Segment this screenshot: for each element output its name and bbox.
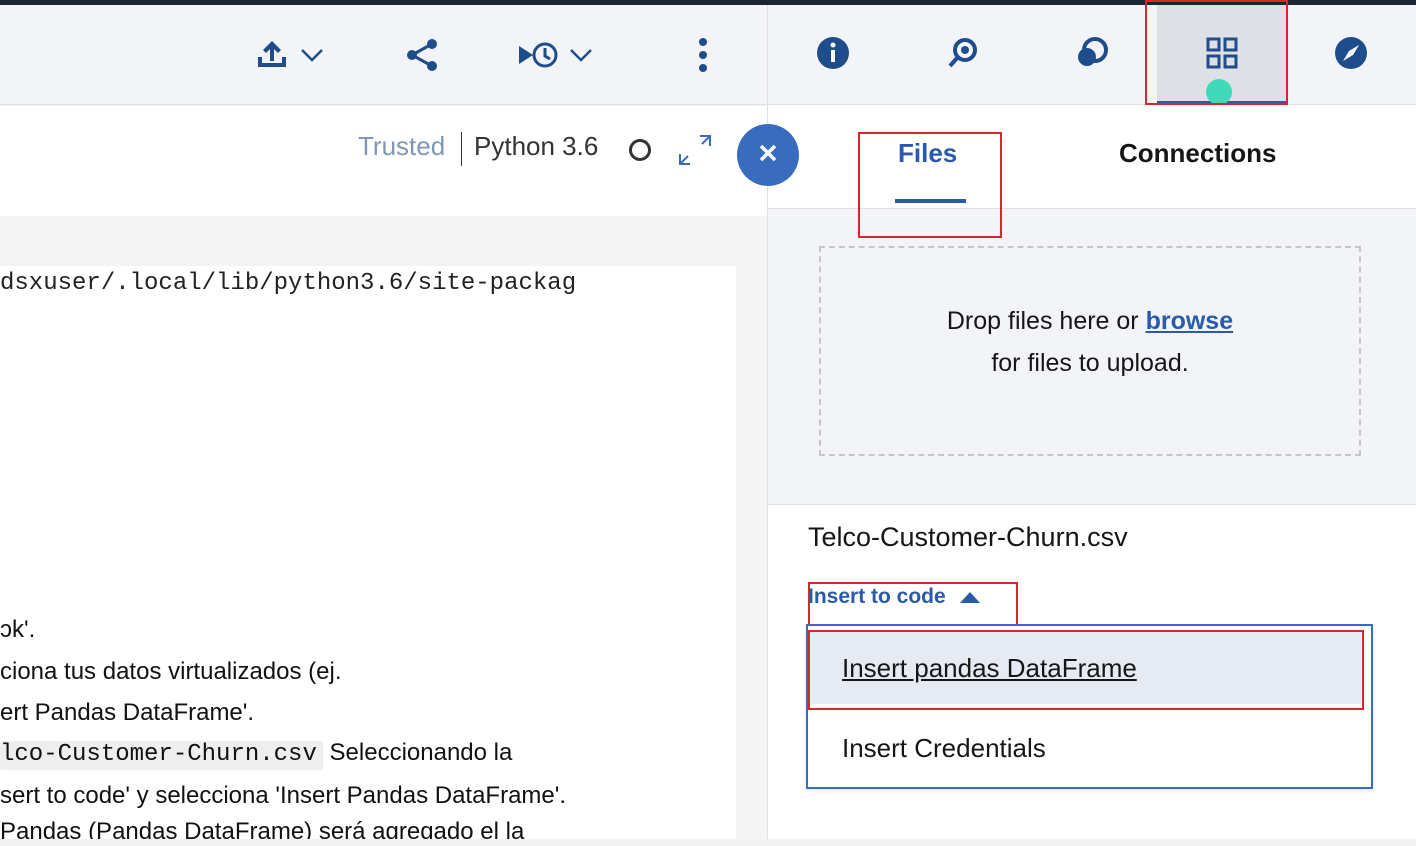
- share-icon: [404, 37, 440, 73]
- comments-button[interactable]: [1073, 35, 1113, 75]
- menu-item-insert-pandas-dataframe[interactable]: Insert pandas DataFrame: [810, 632, 1361, 704]
- divider: [461, 132, 462, 166]
- output-path-text: dsxuser/.local/lib/python3.6/site-packag: [0, 270, 577, 297]
- schedule-menu-button[interactable]: [517, 35, 593, 75]
- insert-to-code-button[interactable]: Insert to code: [808, 585, 980, 609]
- markdown-line: ciona tus datos virtualizados (ej.: [0, 658, 342, 685]
- find-button[interactable]: [943, 35, 983, 75]
- drop-instructions-line2: for files to upload.: [991, 349, 1189, 377]
- kernel-name[interactable]: Python 3.6: [474, 131, 598, 162]
- share-button[interactable]: [404, 35, 440, 75]
- tab-files[interactable]: Files: [898, 138, 957, 169]
- bottom-strip: [0, 839, 1416, 846]
- side-panel-toolbar: [768, 5, 1416, 105]
- find-icon: [946, 36, 980, 75]
- compass-icon: [1334, 36, 1368, 75]
- status-dot: [1206, 79, 1232, 105]
- inline-code-filename: lco-Customer-Churn.csv: [0, 741, 323, 770]
- upload-menu-button[interactable]: [254, 35, 324, 75]
- data-assets-button[interactable]: [1202, 35, 1242, 75]
- insert-menu: Insert pandas DataFrame Insert Credentia…: [806, 624, 1373, 789]
- chevron-down-icon: [300, 47, 324, 63]
- tab-connections[interactable]: Connections: [1119, 138, 1276, 169]
- tab-active-underline: [895, 199, 966, 203]
- data-assets-icon: [1205, 36, 1239, 75]
- file-name: Telco-Customer-Churn.csv: [808, 522, 1128, 552]
- schedule-icon: [517, 37, 561, 73]
- compass-button[interactable]: [1331, 35, 1371, 75]
- markdown-line: ert Pandas DataFrame'.: [0, 699, 255, 726]
- close-panel-button[interactable]: [737, 124, 799, 186]
- chevron-down-icon: [569, 47, 593, 63]
- markdown-line: ɔk'.: [0, 616, 36, 643]
- more-options-button[interactable]: [696, 35, 710, 75]
- upload-icon: [254, 37, 290, 73]
- browse-link[interactable]: browse: [1146, 307, 1234, 335]
- markdown-line: sert to code' y selecciona 'Insert Panda…: [0, 782, 567, 809]
- notebook-toolbar: [0, 5, 767, 105]
- info-icon: [816, 36, 850, 75]
- menu-item-insert-credentials[interactable]: Insert Credentials: [810, 712, 1361, 784]
- markdown-text: Seleccionando la: [322, 739, 513, 766]
- insert-to-code-label: Insert to code: [808, 585, 946, 608]
- more-icon: [696, 37, 710, 73]
- kernel-status-icon: [629, 139, 651, 161]
- trusted-indicator[interactable]: Trusted: [358, 131, 445, 162]
- drop-text: Drop files here or: [946, 307, 1146, 335]
- expand-icon[interactable]: [676, 132, 714, 173]
- markdown-line: lco-Customer-Churn.csv Seleccionando la: [0, 739, 513, 770]
- info-button[interactable]: [813, 35, 853, 75]
- drop-instructions: Drop files here or browse: [819, 307, 1361, 336]
- caret-up-icon: [959, 591, 980, 603]
- file-tabs: [768, 106, 1416, 209]
- comments-icon: [1075, 36, 1111, 75]
- close-icon: [758, 143, 778, 168]
